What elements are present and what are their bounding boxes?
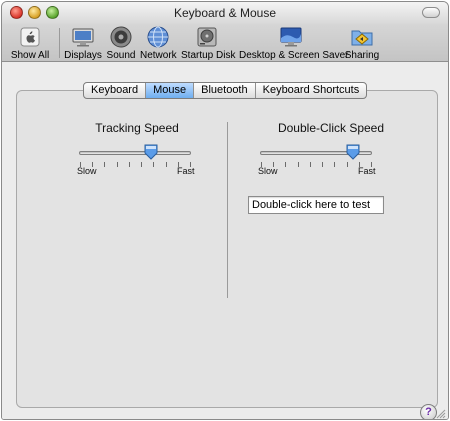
toolbar-sharing[interactable]: Sharing — [344, 25, 380, 61]
globe-icon — [147, 26, 169, 48]
double-click-test-field[interactable]: Double-click here to test — [248, 196, 384, 214]
toolbar-separator — [59, 28, 60, 58]
section-divider — [227, 122, 228, 298]
slider-tick — [322, 162, 323, 167]
apple-grid-icon — [20, 27, 40, 47]
tracking-speed-slider[interactable] — [79, 142, 195, 167]
slider-tick — [141, 162, 142, 167]
toolbar: Show All Displays Sound Network Startup … — [2, 24, 448, 62]
slider-tick — [117, 162, 118, 167]
monitor-icon — [72, 28, 94, 47]
double-click-speed-title: Double-Click Speed — [277, 121, 385, 135]
toolbar-desktop-screen-saver[interactable]: Desktop & Screen Saver — [239, 25, 349, 61]
window-title: Keyboard & Mouse — [173, 6, 277, 20]
slider-tick — [104, 162, 105, 167]
tracking-speed-title: Tracking Speed — [95, 121, 179, 135]
tab-keyboard-shortcuts[interactable]: Keyboard Shortcuts — [256, 83, 367, 98]
slider-tick — [153, 162, 154, 167]
double-click-speed-thumb[interactable] — [346, 144, 360, 160]
tab-bar: Keyboard Mouse Bluetooth Keyboard Shortc… — [83, 82, 368, 99]
desktop-icon — [280, 27, 302, 47]
sharing-folder-icon — [351, 30, 373, 46]
double-click-fast-label: Fast — [358, 166, 376, 176]
resize-grip-icon[interactable] — [435, 408, 446, 419]
slider-tick — [347, 162, 348, 167]
toolbar-show-all[interactable]: Show All — [8, 25, 52, 61]
tracking-speed-thumb[interactable] — [144, 144, 158, 160]
toolbar-sound-label: Sound — [106, 50, 136, 61]
slider-tick — [334, 162, 335, 167]
toolbar-show-all-label: Show All — [10, 50, 50, 61]
double-click-slow-label: Slow — [258, 166, 278, 176]
toolbar-displays[interactable]: Displays — [64, 25, 102, 61]
slider-tick — [285, 162, 286, 167]
toolbar-startup-disk-label: Startup Disk — [181, 50, 236, 61]
preferences-window: Keyboard & Mouse Show All Displays Sound… — [1, 1, 449, 420]
speaker-icon — [110, 26, 132, 48]
double-click-speed-slider[interactable] — [260, 142, 376, 167]
toolbar-displays-label: Displays — [64, 50, 102, 61]
slider-tick — [166, 162, 167, 167]
mouse-settings-panel: Tracking Speed Slow Fast Double-Click Sp… — [16, 90, 438, 419]
tab-mouse[interactable]: Mouse — [146, 83, 195, 98]
tracking-slow-label: Slow — [77, 166, 97, 176]
slider-tick — [129, 162, 130, 167]
tracking-fast-label: Fast — [177, 166, 195, 176]
toolbar-sound[interactable]: Sound — [106, 25, 136, 61]
hard-disk-icon — [197, 27, 217, 47]
toolbar-sharing-label: Sharing — [344, 50, 380, 61]
title-bar[interactable]: Keyboard & Mouse — [2, 2, 448, 24]
tab-bluetooth[interactable]: Bluetooth — [194, 83, 256, 98]
slider-tick — [298, 162, 299, 167]
tracking-speed-track[interactable] — [79, 151, 191, 155]
tab-keyboard[interactable]: Keyboard — [84, 83, 147, 98]
toolbar-toggle-button[interactable] — [422, 7, 440, 18]
toolbar-network[interactable]: Network — [140, 25, 177, 61]
slider-tick — [310, 162, 311, 167]
toolbar-desktop-screen-saver-label: Desktop & Screen Saver — [239, 50, 349, 61]
toolbar-network-label: Network — [140, 50, 177, 61]
preferences-content: Keyboard Mouse Bluetooth Keyboard Shortc… — [2, 63, 448, 419]
toolbar-startup-disk[interactable]: Startup Disk — [181, 25, 236, 61]
